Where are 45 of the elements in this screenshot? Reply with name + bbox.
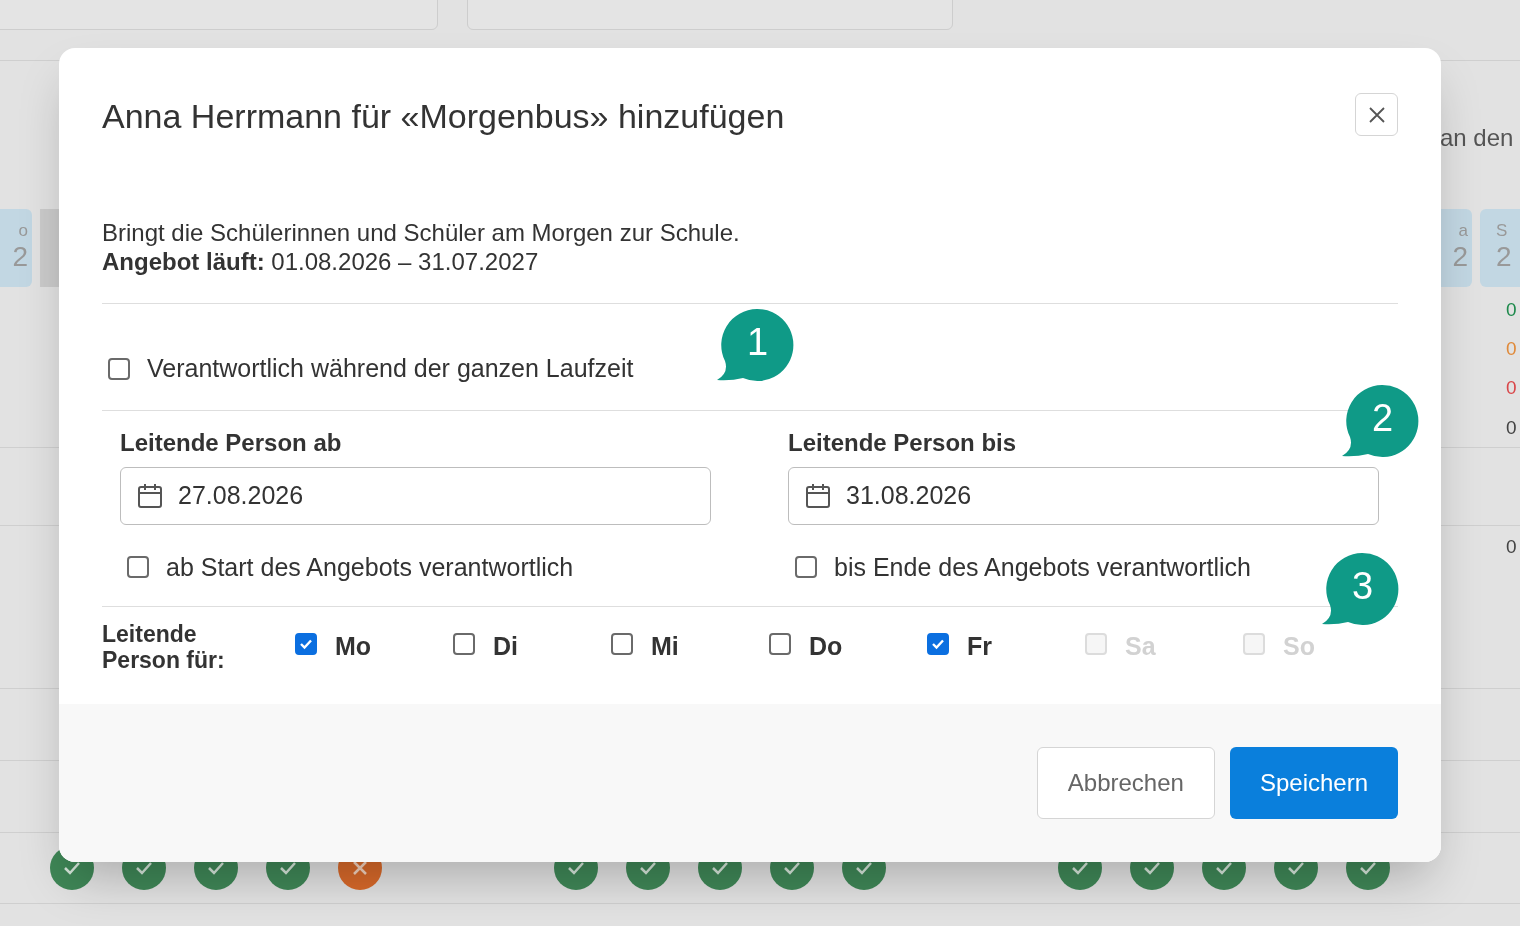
callout-number: 3 — [1352, 567, 1374, 605]
checkbox[interactable] — [453, 633, 475, 655]
note-text: an den — [1440, 123, 1514, 153]
callout-number: 1 — [747, 323, 769, 361]
save-button[interactable]: Speichern — [1229, 747, 1398, 819]
cancel-button[interactable]: Abbrechen — [1036, 747, 1215, 819]
checkbox[interactable] — [611, 633, 633, 655]
description-text: Bringt die Schülerinnen und Schüler am Morgen zur Schule. — [102, 217, 741, 247]
field-label: Leitende Person ab — [120, 428, 343, 457]
period-text: Angebot läuft: 01.08.2026 – 31.07.2027 — [102, 246, 540, 276]
count-value: 0 — [1506, 376, 1517, 400]
field-label: Leitende Person bis — [788, 428, 1018, 457]
checkbox[interactable] — [108, 357, 130, 380]
day-label: Fr — [967, 631, 992, 663]
day-name: a — [1458, 222, 1468, 239]
checkbox[interactable] — [769, 633, 791, 655]
days-label: Leitende Person für: — [102, 621, 226, 673]
checkbox[interactable] — [295, 633, 317, 655]
checkbox[interactable] — [127, 556, 149, 579]
day-label: Mi — [651, 631, 679, 663]
dialog-title: Anna Herrmann für «Morgenbus» hinzufügen — [102, 96, 785, 137]
callout-number: 2 — [1372, 399, 1394, 437]
day-label: Do — [809, 631, 843, 663]
close-button[interactable] — [1355, 93, 1398, 136]
date-field[interactable]: 27.08.2026 — [120, 466, 711, 525]
day-date: 2 — [12, 240, 28, 274]
checkbox[interactable] — [795, 556, 817, 579]
day-label: Di — [493, 631, 518, 663]
close-icon — [1367, 105, 1386, 124]
count-value: 0 — [1506, 298, 1517, 322]
day-label: Mo — [335, 631, 372, 663]
day-name: S — [1496, 222, 1508, 239]
calendar-icon — [805, 482, 831, 509]
date-field[interactable]: 31.08.2026 — [788, 466, 1379, 525]
checkbox-label: bis Ende des Angebots verantwortlich — [834, 551, 1251, 583]
day-date: 2 — [1496, 240, 1512, 274]
checkbox-label: Verantwortlich während der ganzen Laufzeit — [147, 352, 634, 384]
checkbox-label: ab Start des Angebots verantwortlich — [166, 551, 574, 583]
day-date: 2 — [1452, 240, 1468, 274]
count-value: 0 — [1506, 535, 1517, 559]
calendar-icon — [137, 482, 163, 509]
checkbox[interactable] — [927, 633, 949, 655]
day-name: o — [18, 222, 28, 239]
count-value: 0 — [1506, 416, 1517, 440]
count-value: 0 — [1506, 337, 1517, 361]
